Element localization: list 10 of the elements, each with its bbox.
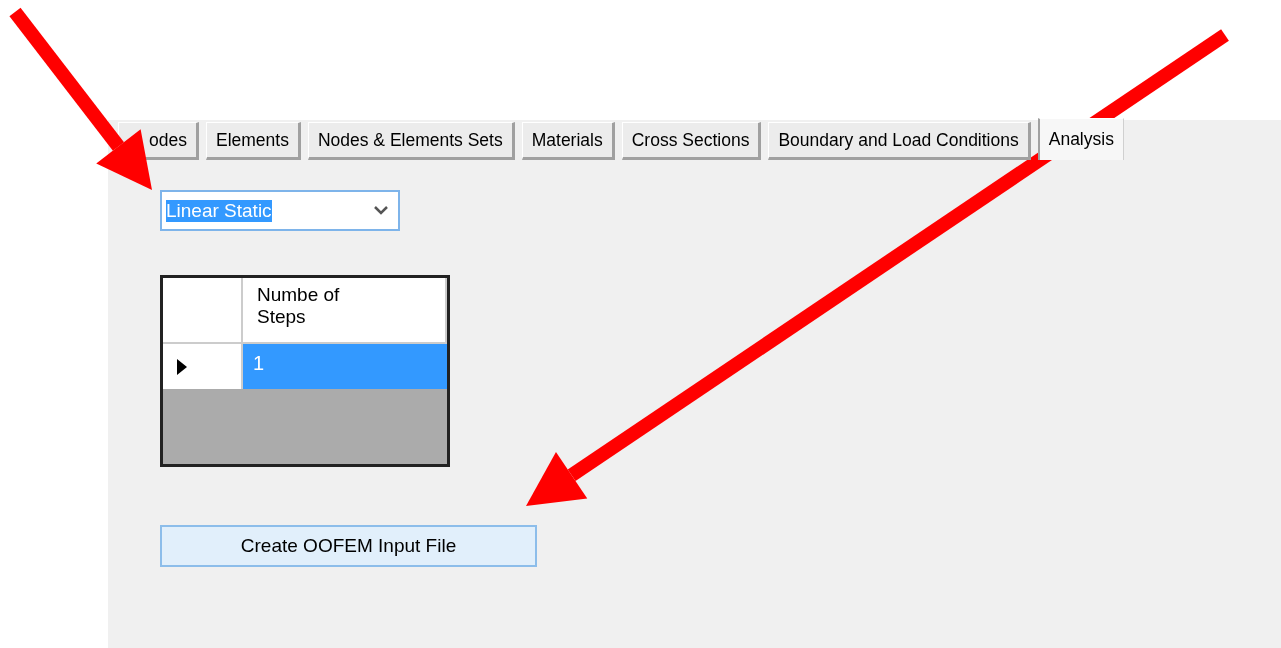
tab[interactable]: Elements <box>205 122 301 160</box>
tab[interactable]: Boundary and Load Conditions <box>768 122 1031 160</box>
tab[interactable]: Analysis <box>1037 118 1124 160</box>
tab[interactable]: Nodes & Elements Sets <box>307 122 515 160</box>
column-header: Numbe of Steps <box>257 284 341 328</box>
create-input-file-button[interactable]: Create OOFEM Input File <box>160 525 537 567</box>
tab[interactable]: Cross Sections <box>621 122 762 160</box>
row-header[interactable] <box>163 344 243 389</box>
chevron-icon <box>374 206 388 215</box>
tab[interactable]: Materials <box>521 122 615 160</box>
